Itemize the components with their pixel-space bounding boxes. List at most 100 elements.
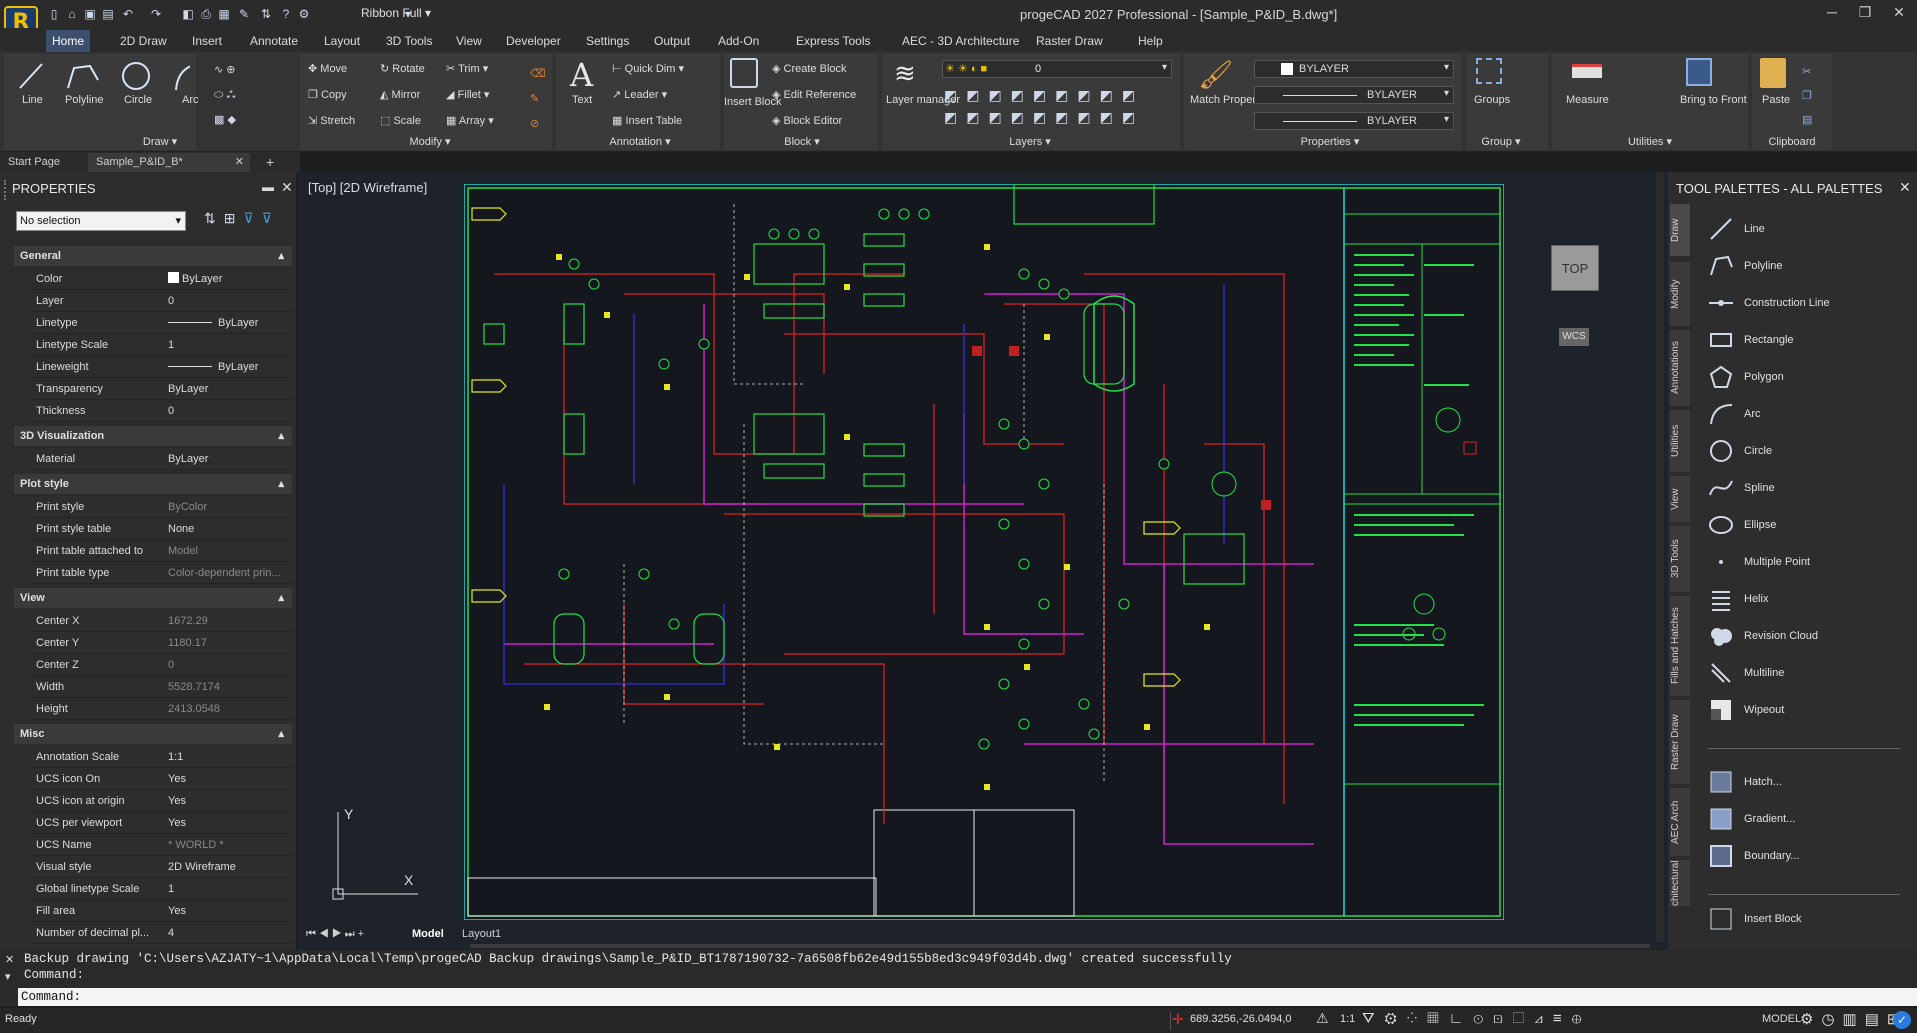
- property-value[interactable]: 1: [168, 878, 292, 900]
- property-value[interactable]: 1180.17: [168, 632, 292, 654]
- pid-drawing[interactable]: [464, 184, 1504, 920]
- vertical-scrollbar[interactable]: [1656, 172, 1664, 942]
- palette-item-spline[interactable]: Spline: [1708, 475, 1908, 511]
- section-misc[interactable]: Misc ▴: [14, 724, 292, 744]
- quick-dim-button[interactable]: ⊢ Quick Dim ▾: [612, 62, 684, 75]
- property-row[interactable]: Visual style 2D Wireframe: [32, 856, 292, 878]
- match-properties-button[interactable]: Match Properties: [1190, 94, 1273, 106]
- save-all-icon[interactable]: ▤: [100, 6, 116, 22]
- tab-output[interactable]: Output: [648, 30, 696, 52]
- move-button[interactable]: ✥ Move: [308, 62, 347, 75]
- ribbon-mode-dropdown[interactable]: Ribbon Full ▾: [361, 6, 431, 20]
- palette-tab-modify[interactable]: Modify: [1670, 262, 1690, 326]
- tab-raster-draw[interactable]: Raster Draw: [1030, 30, 1109, 52]
- text-button[interactable]: Text: [572, 94, 592, 106]
- arc-button[interactable]: Arc: [182, 94, 199, 106]
- property-row[interactable]: Material ByLayer: [32, 448, 292, 470]
- property-value[interactable]: 0: [168, 290, 292, 312]
- property-row[interactable]: Print table type Color-dependent prin...: [32, 562, 292, 584]
- rotate-button[interactable]: ↻ Rotate: [380, 62, 425, 75]
- insert-block-icon[interactable]: [730, 58, 758, 88]
- property-value[interactable]: Color-dependent prin...: [168, 562, 292, 584]
- property-row[interactable]: Lineweight ByLayer: [32, 356, 292, 378]
- palette-tab-draw[interactable]: Draw: [1670, 204, 1690, 256]
- property-row[interactable]: Width 5528.7174: [32, 676, 292, 698]
- property-row[interactable]: UCS per viewport Yes: [32, 812, 292, 834]
- property-row[interactable]: Center Y 1180.17: [32, 632, 292, 654]
- palette-item-hatch[interactable]: Hatch...: [1708, 769, 1908, 805]
- property-row[interactable]: Annotation Scale 1:1: [32, 746, 292, 768]
- block-editor-button[interactable]: ◈ Block Editor: [772, 114, 842, 127]
- tab-start-page[interactable]: Start Page: [0, 153, 68, 172]
- insert-table-button[interactable]: ▦ Insert Table: [612, 114, 682, 127]
- close-panel-icon[interactable]: ✕: [1899, 179, 1911, 196]
- insert-block-button[interactable]: Insert Block: [724, 96, 781, 108]
- redo-icon[interactable]: ↷: [148, 6, 164, 22]
- edit-reference-button[interactable]: ◈ Edit Reference: [772, 88, 856, 101]
- measure-icon[interactable]: [1572, 64, 1602, 78]
- stretch-button[interactable]: ⇲ Stretch: [308, 114, 355, 127]
- palette-item-circle[interactable]: Circle: [1708, 438, 1908, 474]
- property-row[interactable]: UCS icon at origin Yes: [32, 790, 292, 812]
- horizontal-scrollbar[interactable]: [470, 944, 1650, 948]
- measure-button[interactable]: Measure: [1566, 94, 1609, 106]
- property-value[interactable]: 4: [168, 922, 292, 944]
- palette-item-rectangle[interactable]: Rectangle: [1708, 327, 1908, 363]
- circle-button[interactable]: Circle: [124, 94, 152, 106]
- viewport-label[interactable]: [Top] [2D Wireframe]: [308, 180, 427, 195]
- command-input[interactable]: Command:: [18, 988, 1917, 1006]
- clipboard-small-tools[interactable]: ✂ ❐ ▤: [1802, 60, 1812, 132]
- settings-gear-icon[interactable]: ⚙: [296, 6, 312, 22]
- section-general[interactable]: General ▴: [14, 246, 292, 266]
- tab-annotate[interactable]: Annotate: [244, 30, 304, 52]
- tab-aec-3d-architecture[interactable]: AEC - 3D Architecture: [896, 30, 1025, 52]
- property-value[interactable]: ByLayer: [168, 378, 292, 400]
- property-row[interactable]: Global linetype Scale 1: [32, 878, 292, 900]
- property-value[interactable]: 5528.7174: [168, 676, 292, 698]
- tab-model[interactable]: Model: [412, 928, 444, 940]
- property-row[interactable]: Color ByLayer: [32, 268, 292, 290]
- tab-settings[interactable]: Settings: [580, 30, 635, 52]
- model-space-toggle[interactable]: MODEL: [1762, 1013, 1801, 1025]
- property-value[interactable]: ByLayer: [168, 356, 292, 378]
- color-dropdown[interactable]: BYLAYER ▾: [1254, 60, 1454, 78]
- undo-icon[interactable]: ↶: [120, 6, 136, 22]
- tab-developer[interactable]: Developer: [500, 30, 567, 52]
- close-panel-icon[interactable]: ✕: [281, 179, 293, 196]
- print-preview-icon[interactable]: ◧: [180, 6, 196, 22]
- property-value[interactable]: 2413.0548: [168, 698, 292, 720]
- modify-extra-tools[interactable]: ⌫ ✎ ⊘: [530, 62, 546, 137]
- tab-layout[interactable]: Layout: [318, 30, 366, 52]
- status-right-icons[interactable]: ⚙◷▥▤⊞: [1800, 1010, 1907, 1028]
- property-value[interactable]: ByLayer: [168, 268, 292, 290]
- minimize-icon[interactable]: ─: [1817, 4, 1847, 24]
- palette-tab-annotations[interactable]: Annotations: [1670, 330, 1690, 406]
- line-button[interactable]: Line: [22, 94, 43, 106]
- property-value[interactable]: Yes: [168, 790, 292, 812]
- command-expand-icon[interactable]: ▾: [5, 970, 11, 983]
- section-3d-visualization[interactable]: 3D Visualization ▴: [14, 426, 292, 446]
- tab-3d-tools[interactable]: 3D Tools: [380, 30, 438, 52]
- open-folder-icon[interactable]: ⌂: [64, 6, 80, 22]
- restore-icon[interactable]: ❐: [1850, 4, 1880, 24]
- property-value[interactable]: 1672.29: [168, 610, 292, 632]
- paste-button[interactable]: Paste: [1762, 94, 1790, 106]
- palette-item-polygon[interactable]: Polygon: [1708, 364, 1908, 400]
- text-icon[interactable]: A: [570, 56, 593, 94]
- property-row[interactable]: Center Z 0: [32, 654, 292, 676]
- close-icon[interactable]: ✕: [1884, 4, 1914, 24]
- palette-item-arc[interactable]: Arc: [1708, 401, 1908, 437]
- palette-tab-3d-tools[interactable]: 3D Tools: [1670, 526, 1690, 592]
- minimize-panel-icon[interactable]: ▬: [262, 180, 274, 194]
- property-value[interactable]: 1:1: [168, 746, 292, 768]
- tab-insert[interactable]: Insert: [186, 30, 228, 52]
- annotation-scale-value[interactable]: 1:1: [1340, 1013, 1355, 1025]
- selection-tools-icons[interactable]: ⇅⊞⊽⊽: [204, 210, 280, 227]
- tab-sample-pid[interactable]: Sample_P&ID_B* ✕: [88, 153, 250, 172]
- tab-home[interactable]: Home: [46, 30, 91, 52]
- leader-button[interactable]: ↗ Leader ▾: [612, 88, 667, 101]
- paste-icon[interactable]: [1760, 58, 1786, 88]
- palette-grip[interactable]: [4, 180, 10, 200]
- palette-tab-fills-and-hatches[interactable]: Fills and Hatches: [1670, 596, 1690, 696]
- array-button[interactable]: ▦ Array ▾: [446, 114, 494, 127]
